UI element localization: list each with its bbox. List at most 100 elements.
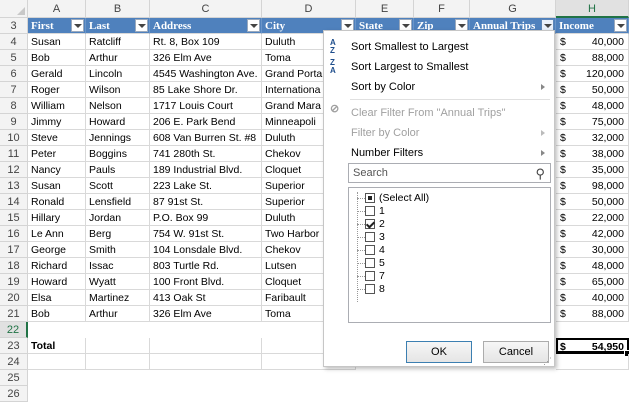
address-cell[interactable]: 754 W. 91st St. — [150, 226, 262, 242]
first-cell[interactable]: Richard — [28, 258, 86, 274]
first-cell[interactable]: Elsa — [28, 290, 86, 306]
column-header-c[interactable]: C — [150, 0, 262, 18]
first-cell[interactable]: Howard — [28, 274, 86, 290]
filter-dropdown-button[interactable] — [614, 19, 627, 32]
row-header[interactable]: 18 — [0, 258, 28, 274]
row-header[interactable]: 17 — [0, 242, 28, 258]
address-cell[interactable]: 100 Front Blvd. — [150, 274, 262, 290]
first-cell[interactable]: Ronald — [28, 194, 86, 210]
cell[interactable] — [86, 338, 150, 354]
row-header[interactable]: 8 — [0, 98, 28, 114]
income-cell[interactable]: $48,000 — [556, 258, 629, 274]
income-cell[interactable]: $38,000 — [556, 146, 629, 162]
address-cell[interactable]: 326 Elm Ave — [150, 306, 262, 322]
address-cell[interactable]: 87 91st St. — [150, 194, 262, 210]
last-cell[interactable]: Jennings — [86, 130, 150, 146]
checkbox[interactable] — [365, 232, 375, 242]
first-cell[interactable]: Peter — [28, 146, 86, 162]
last-cell[interactable]: Arthur — [86, 306, 150, 322]
checkbox[interactable] — [365, 258, 375, 268]
first-cell[interactable]: Steve — [28, 130, 86, 146]
row-header[interactable]: 24 — [0, 354, 28, 370]
last-cell[interactable]: Boggins — [86, 146, 150, 162]
row-header[interactable]: 7 — [0, 82, 28, 98]
total-income-cell[interactable]: $54,950 — [556, 338, 629, 354]
column-header-a[interactable]: A — [28, 0, 86, 18]
last-cell[interactable]: Arthur — [86, 50, 150, 66]
first-cell[interactable]: Bob — [28, 50, 86, 66]
last-cell[interactable]: Ratcliff — [86, 34, 150, 50]
row-header[interactable]: 13 — [0, 178, 28, 194]
last-cell[interactable]: Lincoln — [86, 66, 150, 82]
income-cell[interactable]: $88,000 — [556, 306, 629, 322]
row-header[interactable]: 26 — [0, 386, 28, 402]
income-cell[interactable]: $32,000 — [556, 130, 629, 146]
last-cell[interactable]: Pauls — [86, 162, 150, 178]
row-header[interactable]: 19 — [0, 274, 28, 290]
filter-dropdown-button[interactable] — [247, 19, 260, 32]
column-header-b[interactable]: B — [86, 0, 150, 18]
income-cell[interactable]: $50,000 — [556, 194, 629, 210]
income-cell[interactable]: $40,000 — [556, 290, 629, 306]
last-cell[interactable]: Issac — [86, 258, 150, 274]
first-cell[interactable]: Susan — [28, 34, 86, 50]
last-cell[interactable]: Scott — [86, 178, 150, 194]
checkbox[interactable] — [365, 193, 375, 203]
last-cell[interactable]: Berg — [86, 226, 150, 242]
filter-values-list[interactable]: (Select All) 1 2 3 4 5 7 8 — [348, 187, 551, 323]
last-cell[interactable]: Howard — [86, 114, 150, 130]
filter-search-input[interactable]: Search ⚲ — [348, 163, 551, 183]
first-cell[interactable]: Nancy — [28, 162, 86, 178]
income-cell[interactable]: $120,000 — [556, 66, 629, 82]
sort-by-color-item[interactable]: Sort by Color — [324, 77, 554, 97]
last-cell[interactable]: Lensfield — [86, 194, 150, 210]
last-cell[interactable]: Wyatt — [86, 274, 150, 290]
total-label[interactable]: Total — [28, 338, 86, 354]
first-cell[interactable]: George — [28, 242, 86, 258]
row-header[interactable]: 11 — [0, 146, 28, 162]
income-cell[interactable]: $42,000 — [556, 226, 629, 242]
income-cell[interactable]: $50,000 — [556, 82, 629, 98]
column-header-g[interactable]: G — [470, 0, 556, 18]
income-cell[interactable]: $40,000 — [556, 34, 629, 50]
address-cell[interactable]: 189 Industrial Blvd. — [150, 162, 262, 178]
cell[interactable] — [28, 354, 86, 370]
row-header[interactable]: 4 — [0, 34, 28, 50]
ok-button[interactable]: OK — [406, 341, 472, 363]
row-header[interactable]: 20 — [0, 290, 28, 306]
row-header[interactable]: 22 — [0, 322, 28, 338]
address-cell[interactable]: 1717 Louis Court — [150, 98, 262, 114]
row-header[interactable]: 25 — [0, 370, 28, 386]
first-cell[interactable]: William — [28, 98, 86, 114]
cell[interactable] — [86, 354, 150, 370]
address-cell[interactable]: Rt. 8, Box 109 — [150, 34, 262, 50]
row-header[interactable]: 15 — [0, 210, 28, 226]
address-cell[interactable]: 223 Lake St. — [150, 178, 262, 194]
address-cell[interactable]: 413 Oak St — [150, 290, 262, 306]
checkbox[interactable] — [365, 206, 375, 216]
address-cell[interactable]: P.O. Box 99 — [150, 210, 262, 226]
row-header[interactable]: 10 — [0, 130, 28, 146]
first-cell[interactable]: Hillary — [28, 210, 86, 226]
cancel-button[interactable]: Cancel — [483, 341, 549, 363]
first-cell[interactable]: Bob — [28, 306, 86, 322]
column-header-h[interactable]: H — [556, 0, 629, 18]
income-cell[interactable]: $88,000 — [556, 50, 629, 66]
filter-dropdown-button[interactable] — [71, 19, 84, 32]
column-header-f[interactable]: F — [414, 0, 470, 18]
cell[interactable] — [150, 338, 262, 354]
last-cell[interactable]: Wilson — [86, 82, 150, 98]
address-cell[interactable]: 206 E. Park Bend — [150, 114, 262, 130]
address-cell[interactable]: 326 Elm Ave — [150, 50, 262, 66]
income-cell[interactable]: $22,000 — [556, 210, 629, 226]
row-header[interactable]: 14 — [0, 194, 28, 210]
last-cell[interactable]: Nelson — [86, 98, 150, 114]
address-cell[interactable]: 4545 Washington Ave. — [150, 66, 262, 82]
checkbox[interactable] — [365, 271, 375, 281]
first-cell[interactable]: Le Ann — [28, 226, 86, 242]
first-cell[interactable]: Jimmy — [28, 114, 86, 130]
number-filters-item[interactable]: Number Filters — [324, 143, 554, 163]
row-header[interactable]: 3 — [0, 18, 28, 34]
income-cell[interactable]: $30,000 — [556, 242, 629, 258]
income-cell[interactable]: $65,000 — [556, 274, 629, 290]
